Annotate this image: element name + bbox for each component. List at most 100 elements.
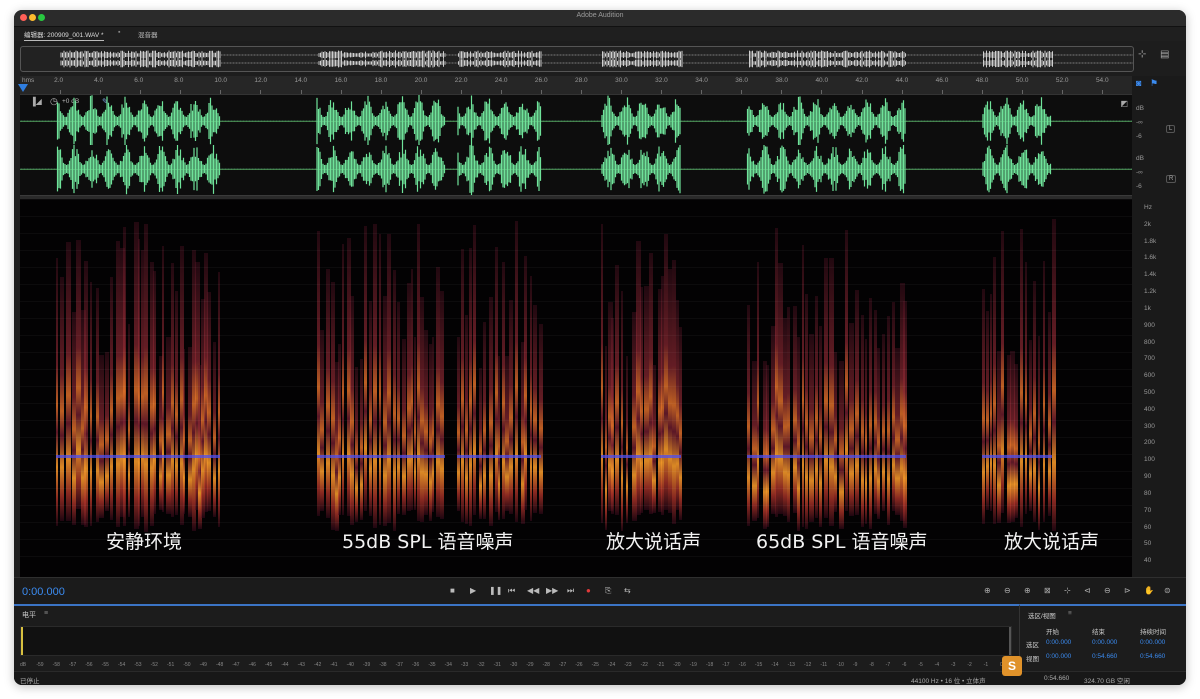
zoom-out-time-icon[interactable]: ⊖ (1104, 586, 1111, 595)
frequency-gridline (20, 267, 1132, 268)
frequency-gridline (20, 471, 1132, 472)
time-ruler[interactable]: hms 2.0 4.0 6.0 8.0 10.0 12.0 14.0 16.0 18.0 20.0… (20, 76, 1132, 95)
ruler-tick-label: 20.0 (414, 77, 428, 84)
zoom-out-amplitude-icon[interactable]: ⊖ (1004, 586, 1011, 595)
overview-bar[interactable] (20, 46, 1134, 72)
ruler-tick (781, 90, 783, 94)
frequency-gridline (20, 386, 1132, 387)
waveform-display[interactable]: ▐◢ ◷ +0 dB ✎ ◩ (20, 95, 1132, 195)
zoom-reset-icon[interactable]: ⊜ (1164, 586, 1171, 595)
spectral-column (138, 238, 141, 526)
meter-scale-label: -29 (526, 662, 534, 668)
zoom-in-left-icon[interactable]: ⊲ (1084, 586, 1091, 595)
view-start[interactable]: 0:00.000 (1046, 653, 1071, 660)
zoom-out-full-icon[interactable]: ⊠ (1044, 586, 1051, 595)
meter-scale-label: -18 (706, 662, 714, 668)
stop-button[interactable]: ■ (450, 586, 455, 595)
spectral-column (431, 336, 435, 513)
marker-icon[interactable]: ⚑ (1150, 78, 1158, 89)
db-neg-inf-r: -∞ (1136, 169, 1143, 176)
rewind-button[interactable]: ◀◀ (527, 586, 539, 595)
next-button[interactable]: ⏭ (567, 586, 574, 596)
panel-menu-icon[interactable]: ▤ (1160, 49, 1169, 60)
spectral-column (110, 277, 114, 521)
status-format: 44100 Hz • 16 位 • 立体声 (911, 678, 986, 685)
selection-start[interactable]: 0:00.000 (1046, 639, 1071, 646)
spectral-column (488, 296, 493, 527)
meter-scale-label: -4 (934, 662, 940, 668)
playhead-marker[interactable] (18, 84, 28, 92)
meter-scale-label: -1 (983, 662, 989, 668)
ruler-tick-label: 6.0 (134, 77, 144, 84)
pitch-trace (601, 455, 682, 458)
loop-button[interactable]: ⎘ (605, 586, 611, 596)
frequency-label: 800 (1144, 338, 1155, 346)
ruler-tick-label: 32.0 (655, 77, 668, 84)
channel-r-toggle[interactable]: R (1166, 175, 1177, 183)
spectral-column (865, 338, 868, 524)
levels-panel-menu-icon[interactable]: ≡ (44, 610, 48, 617)
meter-scale-label: -47 (232, 662, 240, 668)
spectral-column (809, 333, 814, 522)
spectral-column (819, 325, 822, 527)
spectral-frequency-display[interactable]: 安静环境 55dB SPL 语音噪声 放大说话声 65dB SPL 语音噪声 放… (20, 199, 1132, 577)
frequency-label: 1.2k (1144, 288, 1157, 296)
ruler-tick-label: 30.0 (615, 77, 628, 84)
spectral-column (144, 224, 148, 532)
ruler-tick (260, 90, 262, 94)
pause-button[interactable]: ❚❚ (489, 586, 502, 595)
spectral-column (882, 334, 886, 512)
meter-scale-label: -42 (314, 662, 322, 668)
frequency-gridline (20, 522, 1132, 523)
frequency-gridline (20, 369, 1132, 370)
fit-icon[interactable]: ◩ (1120, 99, 1128, 108)
record-button[interactable]: ● (586, 586, 591, 595)
spectral-column (787, 306, 790, 522)
headphones-icon[interactable]: ◙ (1136, 78, 1141, 88)
zoom-in-amplitude-icon[interactable]: ⊕ (984, 586, 991, 595)
spectral-column (747, 304, 750, 526)
spectral-column (752, 360, 757, 521)
tab-mixer[interactable]: 混音器 (138, 29, 158, 39)
frequency-label: 70 (1144, 506, 1152, 514)
ruler-tick (500, 90, 502, 94)
caption-55db-noise: 55dB SPL 语音噪声 (342, 531, 514, 553)
ruler-tick (941, 90, 943, 94)
close-tab-icon[interactable]: ▪ (118, 29, 120, 36)
row-view-label: 视图 (1026, 656, 1039, 663)
meter-scale-label: -45 (265, 662, 273, 668)
selection-view-panel: 选区/视图 ≡ 开始 结束 持续时间 选区 0:00.000 0:00.000 … (1019, 604, 1186, 673)
tab-editor[interactable]: 编辑器: 200909_001.WAV * (24, 29, 104, 41)
zoom-in-time-icon[interactable]: ⊕ (1024, 586, 1031, 595)
zoom-in-right-icon[interactable]: ⊳ (1124, 586, 1131, 595)
channel-l-toggle[interactable]: L (1166, 125, 1176, 133)
ruler-tick (861, 90, 863, 94)
spectral-column (640, 287, 644, 513)
meter-scale-label: -37 (395, 662, 403, 668)
frequency-label: 40 (1144, 557, 1152, 565)
zoom-navigator-icon[interactable]: ⊹ (1138, 49, 1146, 60)
db-neg-inf-l: -∞ (1136, 119, 1143, 126)
zoom-selection-icon[interactable]: ⊹ (1064, 586, 1071, 595)
previous-button[interactable]: ⏮ (508, 586, 515, 596)
selection-end[interactable]: 0:00.000 (1092, 639, 1117, 646)
view-end[interactable]: 0:54.660 (1092, 653, 1117, 660)
play-button[interactable]: ▶ (470, 586, 476, 595)
timecode-display[interactable]: 0:00.000 (22, 586, 65, 598)
view-duration[interactable]: 0:54.660 (1140, 653, 1165, 660)
fast-forward-button[interactable]: ▶▶ (546, 586, 558, 595)
ruler-tick-label: 18.0 (374, 77, 388, 84)
selection-panel-menu-icon[interactable]: ≡ (1068, 610, 1072, 617)
meter-scale-label: -36 (412, 662, 420, 668)
meter-scale-label: -23 (624, 662, 632, 668)
frequency-gridline (20, 505, 1132, 506)
skip-selection-button[interactable]: ⇆ (624, 586, 631, 595)
meter-scale-label: -39 (363, 662, 371, 668)
ruler-tick (300, 90, 302, 94)
ruler-tick-label: 26.0 (534, 77, 548, 84)
meter-scale-label: -40 (346, 662, 354, 668)
hand-tool-icon[interactable]: ✋ (1144, 586, 1154, 595)
selection-duration[interactable]: 0:00.000 (1140, 639, 1165, 646)
ruler-tick-label: 46.0 (935, 77, 949, 84)
meter-scale-label: -24 (608, 662, 616, 668)
